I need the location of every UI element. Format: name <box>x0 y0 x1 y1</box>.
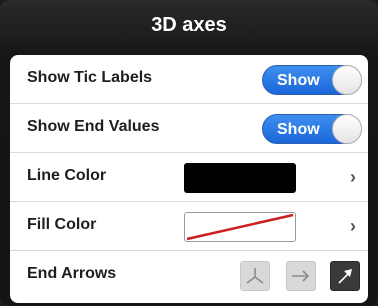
settings-panel: Show Tic Labels Show Show End Values Sho… <box>10 55 368 303</box>
line-color-label: Line Color <box>27 167 107 184</box>
tic-labels-toggle-text: Show <box>277 72 320 89</box>
chevron-right-icon[interactable]: › <box>350 216 356 237</box>
right-arrow-icon <box>292 270 310 282</box>
fill-color-row[interactable]: Fill Color › <box>10 202 368 251</box>
end-arrows-row: End Arrows <box>10 251 368 300</box>
axes-icon <box>246 268 264 284</box>
tic-labels-toggle[interactable]: Show <box>262 65 362 95</box>
end-values-toggle[interactable]: Show <box>262 114 362 144</box>
tic-labels-row: Show Tic Labels Show <box>10 55 368 104</box>
end-values-toggle-text: Show <box>277 121 320 138</box>
arrow-tip-icon <box>338 269 352 284</box>
line-color-row[interactable]: Line Color › <box>10 153 368 202</box>
chevron-right-icon[interactable]: › <box>350 167 356 188</box>
no-fill-indicator-icon <box>186 213 294 241</box>
fill-color-swatch[interactable] <box>184 212 296 242</box>
tic-labels-label: Show Tic Labels <box>27 69 153 86</box>
end-values-label: Show End Values <box>27 118 160 135</box>
end-values-row: Show End Values Show <box>10 104 368 153</box>
toggle-knob <box>332 114 362 144</box>
fill-color-label: Fill Color <box>27 216 97 233</box>
right-arrow-option-button[interactable] <box>286 261 316 291</box>
popover-title: 3D axes <box>151 14 227 36</box>
arrow-tip-option-button[interactable] <box>330 261 360 291</box>
end-arrows-label: End Arrows <box>27 265 117 282</box>
axes-popover: 3D axes Show Tic Labels Show Show End Va… <box>0 0 378 306</box>
line-color-swatch[interactable] <box>184 163 296 193</box>
axes-option-button[interactable] <box>240 261 270 291</box>
toggle-knob <box>332 65 362 95</box>
